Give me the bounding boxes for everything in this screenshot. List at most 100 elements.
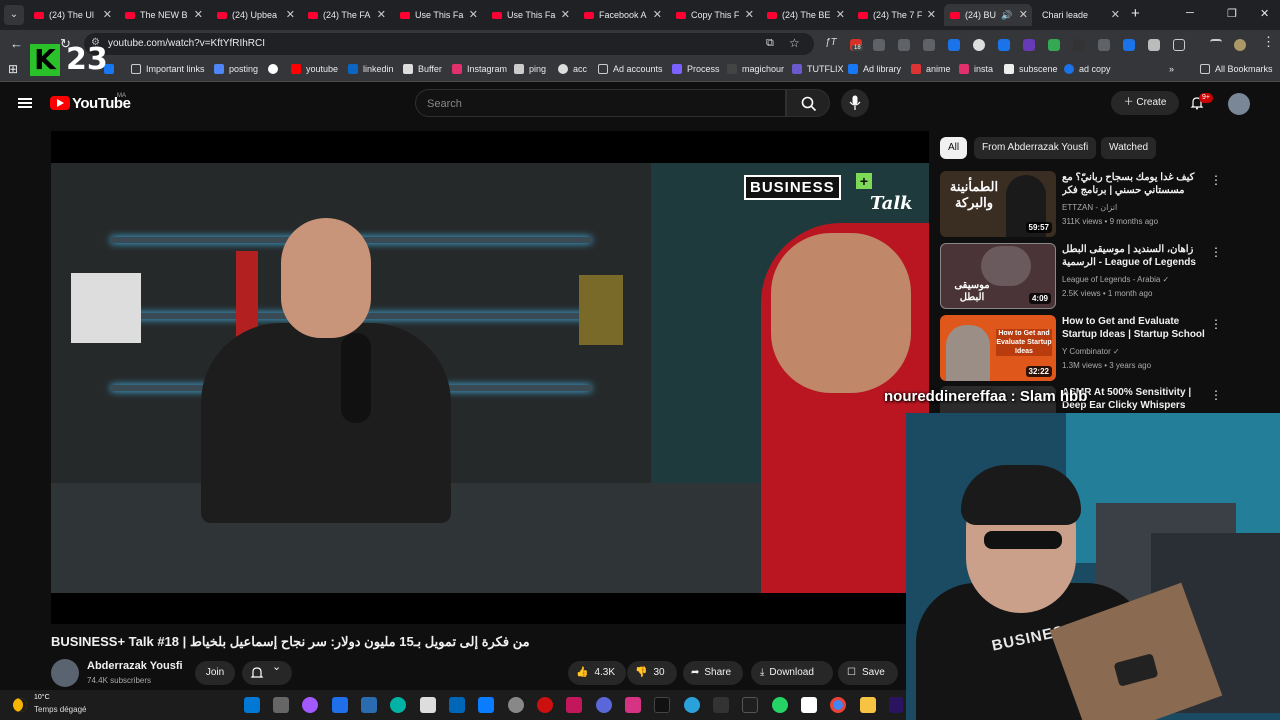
- browser-tab[interactable]: (24) The FA ✕: [302, 4, 390, 26]
- close-tab-icon[interactable]: ✕: [927, 8, 936, 21]
- bookmark[interactable]: Ad library: [848, 64, 901, 74]
- more-actions-icon[interactable]: ⋮: [1210, 388, 1222, 402]
- close-tab-icon[interactable]: ✕: [103, 8, 112, 21]
- cast-icon[interactable]: ⧉: [766, 37, 774, 50]
- tiktok-icon[interactable]: [654, 697, 670, 713]
- bookmark[interactable]: posting: [214, 64, 258, 74]
- browser-tab[interactable]: (24) The BE ✕: [761, 4, 849, 26]
- close-window-icon[interactable]: ✕: [1260, 7, 1269, 20]
- extension-icon[interactable]: [1048, 39, 1060, 51]
- search-button[interactable]: [786, 89, 830, 117]
- account-avatar[interactable]: [1228, 93, 1250, 115]
- file-explorer-icon[interactable]: [860, 697, 876, 713]
- weather-moon-icon[interactable]: [13, 698, 27, 712]
- app-icon[interactable]: [742, 697, 758, 713]
- capcut-icon[interactable]: [713, 697, 729, 713]
- new-tab-button[interactable]: +: [1131, 5, 1140, 22]
- browser-tab[interactable]: Copy This F ✕: [670, 4, 758, 26]
- bookmark[interactable]: insta: [959, 64, 993, 74]
- close-tab-icon[interactable]: ✕: [1111, 8, 1120, 21]
- related-video-channel[interactable]: Y Combinator ✓: [1062, 347, 1120, 356]
- settings-gear-icon[interactable]: [508, 697, 524, 713]
- related-video[interactable]: How to Get and Evaluate Startup Ideas 32…: [940, 315, 1240, 383]
- search-input[interactable]: Search: [415, 89, 786, 117]
- notepad-icon[interactable]: [420, 697, 436, 713]
- close-tab-icon[interactable]: ✕: [836, 8, 845, 21]
- chrome-icon[interactable]: [830, 697, 846, 713]
- bookmark[interactable]: ping: [514, 64, 546, 74]
- menu-dots-icon[interactable]: ⋮: [1262, 34, 1275, 50]
- more-actions-icon[interactable]: ⋮: [1210, 317, 1222, 331]
- tab-search-button[interactable]: ⌄: [4, 5, 24, 25]
- app-icon[interactable]: [625, 697, 641, 713]
- save-button[interactable]: ☐ Save: [838, 661, 898, 685]
- browser-tab[interactable]: (24) The Ul ✕: [28, 4, 116, 26]
- bookmark[interactable]: magichour: [727, 64, 784, 74]
- video-thumbnail[interactable]: How to Get and Evaluate Startup Ideas 32…: [940, 315, 1056, 381]
- close-tab-icon[interactable]: ✕: [469, 8, 478, 21]
- related-video[interactable]: الطمأنينة والبركة 59:57 كيف غدا يومك بسج…: [940, 171, 1240, 239]
- whatsapp-icon[interactable]: [772, 697, 788, 713]
- bookmark[interactable]: subscene: [1004, 64, 1058, 74]
- bookmark-star-icon[interactable]: ☆: [789, 36, 800, 50]
- opera-icon[interactable]: [537, 697, 553, 713]
- extension-icon[interactable]: [873, 39, 885, 51]
- bookmark[interactable]: Buffer: [403, 64, 442, 74]
- chip-from-channel[interactable]: From Abderrazak Yousfi: [974, 137, 1097, 159]
- close-tab-icon[interactable]: ✕: [194, 8, 203, 21]
- weather-temperature[interactable]: 10°C: [34, 694, 50, 701]
- channel-name[interactable]: Abderrazak Yousfi: [87, 660, 183, 672]
- bookmark[interactable]: TUTFLIX: [792, 64, 844, 74]
- related-video-title[interactable]: زاهان، السنديد | موسيقى البطل الرسمية - …: [1062, 243, 1212, 269]
- telegram-icon[interactable]: [684, 697, 700, 713]
- app-icon[interactable]: [390, 697, 406, 713]
- dislike-button[interactable]: 👎 30: [627, 661, 677, 685]
- chip-all[interactable]: All: [940, 137, 968, 159]
- related-video[interactable]: موسيقى البطل 4:09 زاهان، السنديد | موسيق…: [940, 243, 1240, 311]
- browser-tab-active[interactable]: (24) BU 🔊 ✕: [944, 4, 1032, 26]
- channel-avatar[interactable]: [51, 659, 79, 687]
- join-button[interactable]: Join: [195, 661, 235, 685]
- mail-icon[interactable]: [478, 697, 494, 713]
- extension-icon[interactable]: [898, 39, 910, 51]
- like-button[interactable]: 👍 4.3K: [568, 661, 626, 685]
- related-video-channel[interactable]: League of Legends - Arabia ✓: [1062, 275, 1169, 284]
- app-icon[interactable]: [596, 697, 612, 713]
- bookmark[interactable]: acc: [558, 64, 587, 74]
- app-l-icon[interactable]: [332, 697, 348, 713]
- minimize-icon[interactable]: ─: [1186, 7, 1194, 19]
- audio-playing-icon[interactable]: 🔊: [1001, 10, 1012, 21]
- browser-tab[interactable]: Use This Fa ✕: [486, 4, 574, 26]
- browser-tab[interactable]: Chari leade ✕: [1036, 4, 1124, 26]
- copilot-icon[interactable]: [302, 697, 318, 713]
- address-bar[interactable]: ⚙ youtube.com/watch?v=KftYfRIhRCI ⧉ ☆: [84, 33, 814, 55]
- related-video-channel[interactable]: ETTZAN - اتزان: [1062, 203, 1117, 212]
- close-tab-icon[interactable]: ✕: [653, 8, 662, 21]
- related-video-title[interactable]: كيف غدا يومك بسجاح ربانيّ؟ مع مسستاني حس…: [1062, 171, 1212, 197]
- browser-tab[interactable]: Facebook A ✕: [578, 4, 666, 26]
- share-button[interactable]: ➦ Share: [683, 661, 743, 685]
- bookmark[interactable]: anime: [911, 64, 951, 74]
- video-player[interactable]: BUSINESS + Talk: [51, 131, 929, 624]
- bookmark[interactable]: Process: [672, 64, 720, 74]
- reading-list-icon[interactable]: [1210, 39, 1222, 51]
- extension-icon[interactable]: [948, 39, 960, 51]
- all-bookmarks[interactable]: All Bookmarks: [1200, 64, 1273, 74]
- extension-icon[interactable]: [923, 39, 935, 51]
- premiere-icon[interactable]: [889, 697, 903, 713]
- bookmark-folder[interactable]: Ad accounts: [598, 64, 663, 74]
- extension-icon[interactable]: [1098, 39, 1110, 51]
- close-tab-icon[interactable]: ✕: [1019, 8, 1028, 21]
- browser-tab[interactable]: The NEW B ✕: [119, 4, 207, 26]
- bookmark[interactable]: [268, 64, 283, 74]
- more-bookmarks-icon[interactable]: »: [1169, 64, 1174, 74]
- close-tab-icon[interactable]: ✕: [377, 8, 386, 21]
- bookmark[interactable]: ad copy: [1064, 64, 1111, 74]
- more-actions-icon[interactable]: ⋮: [1210, 173, 1222, 187]
- more-actions-icon[interactable]: ⋮: [1210, 245, 1222, 259]
- close-tab-icon[interactable]: ✕: [561, 8, 570, 21]
- notion-icon[interactable]: [801, 697, 817, 713]
- guide-menu-icon[interactable]: [18, 98, 32, 108]
- app-icon[interactable]: [361, 697, 377, 713]
- browser-tab[interactable]: Use This Fa ✕: [394, 4, 482, 26]
